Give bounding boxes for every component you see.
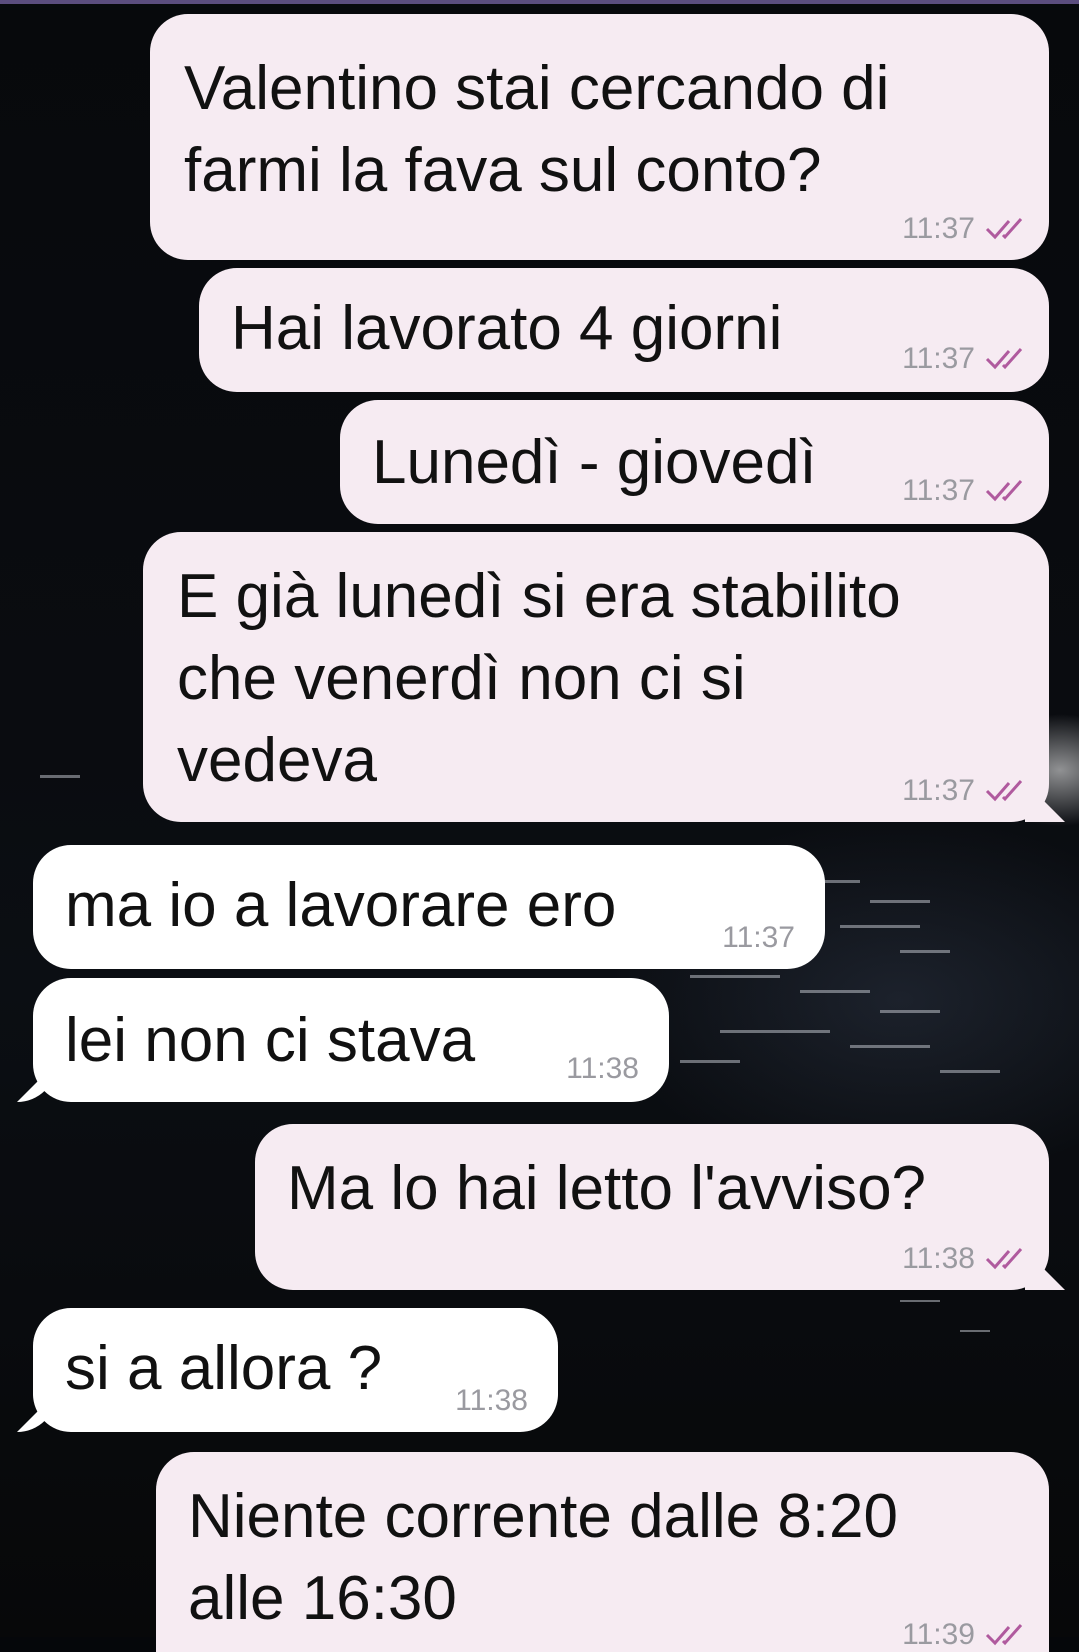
message-time: 11:37 xyxy=(902,474,975,507)
message-bubble-outgoing[interactable]: Valentino stai cercando di farmi la fava… xyxy=(150,14,1049,260)
message-time: 11:37 xyxy=(722,921,795,954)
message-bubble-outgoing[interactable]: E già lunedì si era stabilito che venerd… xyxy=(143,532,1049,822)
message-text: ma io a lavorare ero xyxy=(65,871,617,940)
message-meta: 11:37 xyxy=(902,774,1027,808)
message-bubble-outgoing[interactable]: Ma lo hai letto l'avviso? 11:38 xyxy=(255,1124,1049,1290)
message-text: Valentino stai cercando di farmi la fava… xyxy=(184,54,890,205)
message-text: Ma lo hai letto l'avviso? xyxy=(287,1154,927,1223)
message-bubble-incoming[interactable]: ma io a lavorare ero 11:37 xyxy=(33,845,825,969)
message-bubble-outgoing[interactable]: Lunedì - giovedì 11:37 xyxy=(340,400,1049,524)
message-meta: 11:37 xyxy=(902,212,1027,246)
double-check-read-icon xyxy=(985,218,1023,240)
message-time: 11:37 xyxy=(902,212,975,245)
message-text: Niente corrente dalle 8:20 alle 16:30 xyxy=(188,1482,899,1633)
message-bubble-incoming[interactable]: lei non ci stava 11:38 xyxy=(33,978,669,1102)
message-meta: 11:38 xyxy=(902,1242,1027,1276)
double-check-read-icon xyxy=(985,1248,1023,1270)
message-meta: 11:37 xyxy=(902,474,1027,508)
double-check-read-icon xyxy=(985,1624,1023,1646)
message-text: si a allora ? xyxy=(65,1334,383,1403)
message-meta: 11:37 xyxy=(722,921,795,955)
message-bubble-incoming[interactable]: si a allora ? 11:38 xyxy=(33,1308,558,1432)
message-bubble-outgoing[interactable]: Niente corrente dalle 8:20 alle 16:30 11… xyxy=(156,1452,1049,1652)
message-time: 11:38 xyxy=(566,1052,639,1085)
message-time: 11:38 xyxy=(455,1384,528,1417)
message-bubble-outgoing[interactable]: Hai lavorato 4 giorni 11:37 xyxy=(199,268,1049,392)
message-time: 11:38 xyxy=(902,1242,975,1275)
double-check-read-icon xyxy=(985,480,1023,502)
double-check-read-icon xyxy=(985,780,1023,802)
message-text: Lunedì - giovedì xyxy=(372,428,817,497)
double-check-read-icon xyxy=(985,348,1023,370)
message-meta: 11:37 xyxy=(902,342,1027,376)
message-meta: 11:38 xyxy=(566,1052,639,1086)
message-time: 11:37 xyxy=(902,774,975,807)
message-time: 11:39 xyxy=(902,1618,975,1651)
message-text: Hai lavorato 4 giorni xyxy=(231,294,783,363)
message-text: E già lunedì si era stabilito che venerd… xyxy=(177,562,901,795)
message-meta: 11:38 xyxy=(455,1384,528,1418)
message-text: lei non ci stava xyxy=(65,1006,476,1075)
message-time: 11:37 xyxy=(902,342,975,375)
message-meta: 11:39 xyxy=(902,1618,1027,1652)
